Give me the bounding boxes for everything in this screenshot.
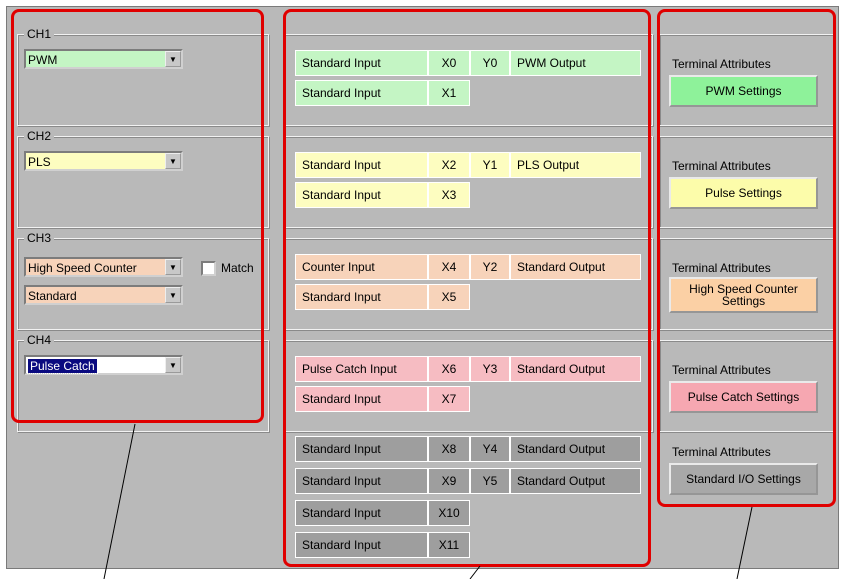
leader-lines	[103, 423, 753, 579]
